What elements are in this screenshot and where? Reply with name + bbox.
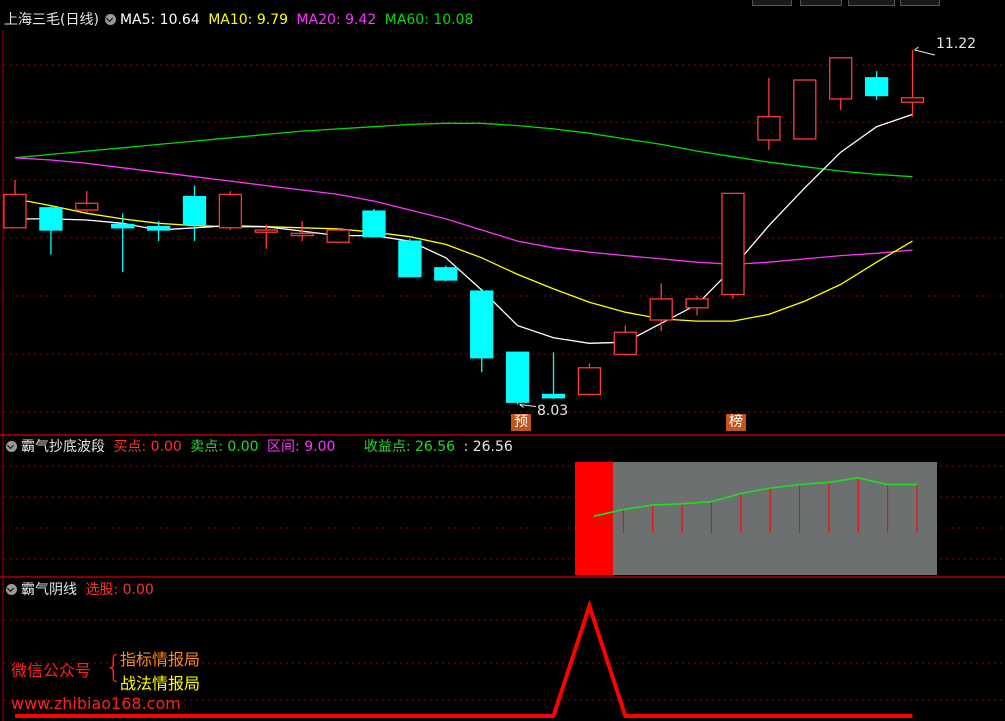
candle-body (290, 232, 314, 237)
candle-body (75, 202, 99, 211)
candle-body (649, 298, 673, 321)
panel2-title: 霸气抄底波段 (21, 439, 105, 455)
candle-body (685, 298, 709, 309)
low-price-label: 8.03 (537, 403, 569, 419)
select-stock-label: 选股: 0.00 (85, 582, 154, 598)
candle-body (864, 77, 889, 97)
ma20-line (14, 157, 913, 266)
sell-point-label: 卖点: 0.00 (190, 439, 259, 455)
range-zone-gray (613, 462, 937, 575)
ma20-label: MA20: 9.42 (296, 12, 377, 28)
watermark-item-2: 战法情报局 (120, 674, 201, 693)
ma60-label: MA60: 10.08 (384, 12, 474, 28)
ma5-label: MA5: 10.64 (119, 12, 200, 28)
candle-body (398, 240, 422, 278)
low-pointer (519, 403, 537, 408)
chart-canvas (0, 30, 1005, 721)
chevron-down-icon[interactable] (104, 14, 116, 25)
high-pointer (914, 46, 936, 56)
panel3-title: 霸气阴线 (21, 582, 77, 598)
wechat-label: 微信公众号 (11, 661, 92, 680)
candle-body (182, 196, 207, 226)
candle-body (470, 290, 494, 359)
panel3-legend: 霸气阴线 选股: 0.00 (4, 581, 158, 599)
candle-body (362, 210, 386, 238)
candle-body (3, 193, 27, 229)
candle-body (505, 351, 530, 403)
buy-zone-red (575, 462, 613, 575)
main-legend: 上海三毛(日线) MA5: 10.64 MA10: 9.79 MA20: 9.42… (4, 11, 477, 29)
candle-body (434, 267, 458, 281)
candle-body (577, 367, 602, 396)
stock-title: 上海三毛(日线) (4, 12, 99, 28)
candle-body (146, 226, 171, 231)
candle-body (326, 229, 350, 243)
candle-body (757, 116, 781, 141)
candle-body (218, 193, 243, 229)
chevron-down-icon[interactable] (6, 441, 17, 452)
candle-body (39, 207, 63, 231)
buy-point-label: 买点: 0.00 (113, 439, 182, 455)
ma10-label: MA10: 9.79 (208, 12, 289, 28)
range-label: 区间: 9.00 (267, 439, 336, 455)
candle-body (254, 229, 278, 233)
candle-body (793, 79, 817, 140)
ma10-line (14, 198, 913, 322)
profit-point-label: 收益点: 26.56 (363, 439, 456, 455)
candle-body (900, 97, 925, 103)
marker-bang: 榜 (726, 414, 746, 431)
candle-body (613, 331, 637, 356)
watermark-item-1: 指标情报局 (120, 650, 201, 669)
high-price-label: 11.22 (936, 36, 977, 52)
website-link[interactable]: www.zhibiao168.com (11, 694, 181, 713)
extra-label: : 26.56 (463, 439, 513, 455)
candle-body (829, 57, 853, 100)
panel2-legend: 霸气抄底波段 买点: 0.00 卖点: 0.00 区间: 9.00 收益点: 2… (4, 438, 517, 456)
marker-yu: 预 (511, 414, 531, 431)
candle-body (111, 223, 135, 229)
chevron-down-icon[interactable] (6, 584, 17, 595)
candle-body (541, 393, 566, 399)
candle-body (721, 192, 745, 296)
